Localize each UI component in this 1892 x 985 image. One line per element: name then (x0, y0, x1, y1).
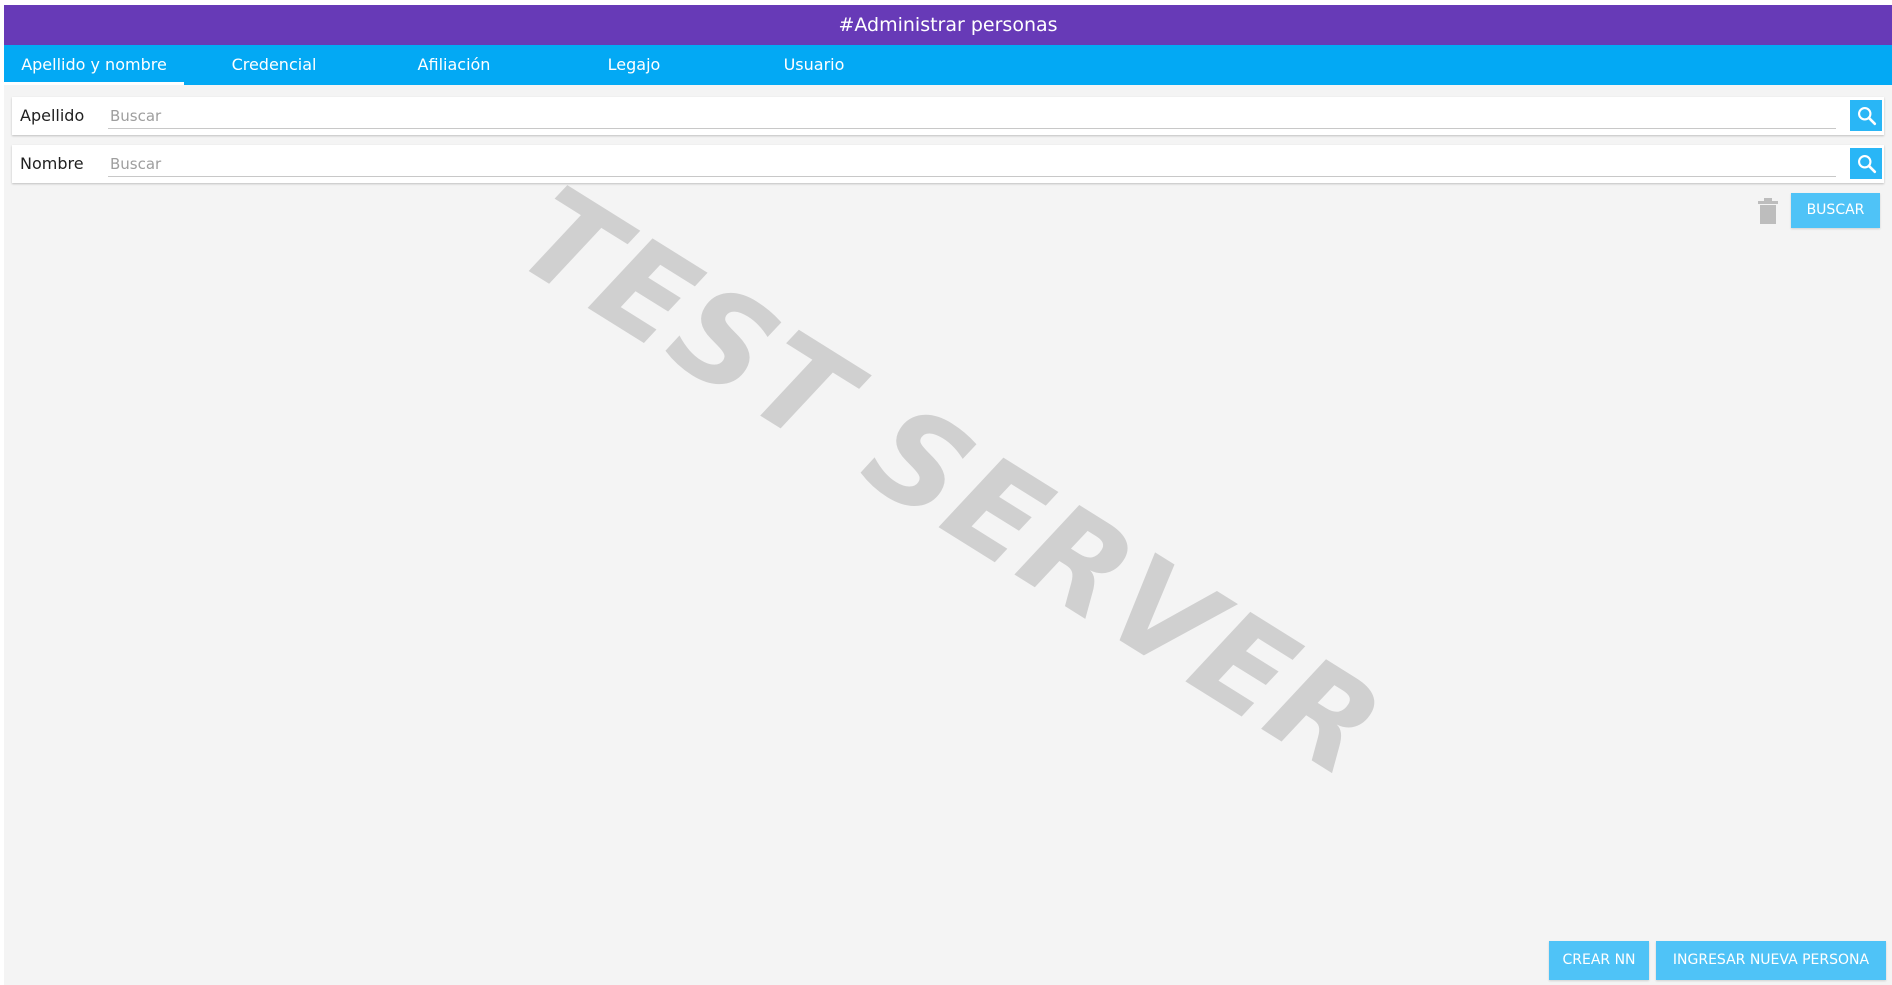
search-icon (1858, 155, 1877, 174)
tab-legajo[interactable]: Legajo (544, 45, 724, 85)
crear-nn-button[interactable]: CREAR NN (1549, 941, 1649, 980)
app-window: #Administrar personas Apellido y nombre … (4, 5, 1892, 985)
tab-apellido-y-nombre[interactable]: Apellido y nombre (4, 45, 184, 85)
nombre-input[interactable] (108, 151, 1836, 177)
nombre-search-button[interactable] (1850, 148, 1882, 179)
search-icon (1858, 107, 1877, 126)
apellido-search-row: Apellido (12, 97, 1884, 135)
page-title: #Administrar personas (4, 5, 1892, 45)
ingresar-nueva-persona-button[interactable]: INGRESAR NUEVA PERSONA (1656, 941, 1886, 980)
trash-icon (1758, 198, 1778, 224)
tab-usuario[interactable]: Usuario (724, 45, 904, 85)
apellido-label: Apellido (20, 106, 85, 125)
clear-button[interactable] (1756, 197, 1780, 227)
tab-afiliacion[interactable]: Afiliación (364, 45, 544, 85)
apellido-input[interactable] (108, 103, 1836, 129)
buscar-button[interactable]: BUSCAR (1791, 193, 1880, 228)
nombre-label: Nombre (20, 154, 84, 173)
nombre-search-row: Nombre (12, 145, 1884, 183)
apellido-search-button[interactable] (1850, 100, 1882, 131)
tab-credencial[interactable]: Credencial (184, 45, 364, 85)
tab-bar: Apellido y nombre Credencial Afiliación … (4, 45, 1892, 85)
test-server-watermark: TEST SERVER (493, 159, 1407, 807)
